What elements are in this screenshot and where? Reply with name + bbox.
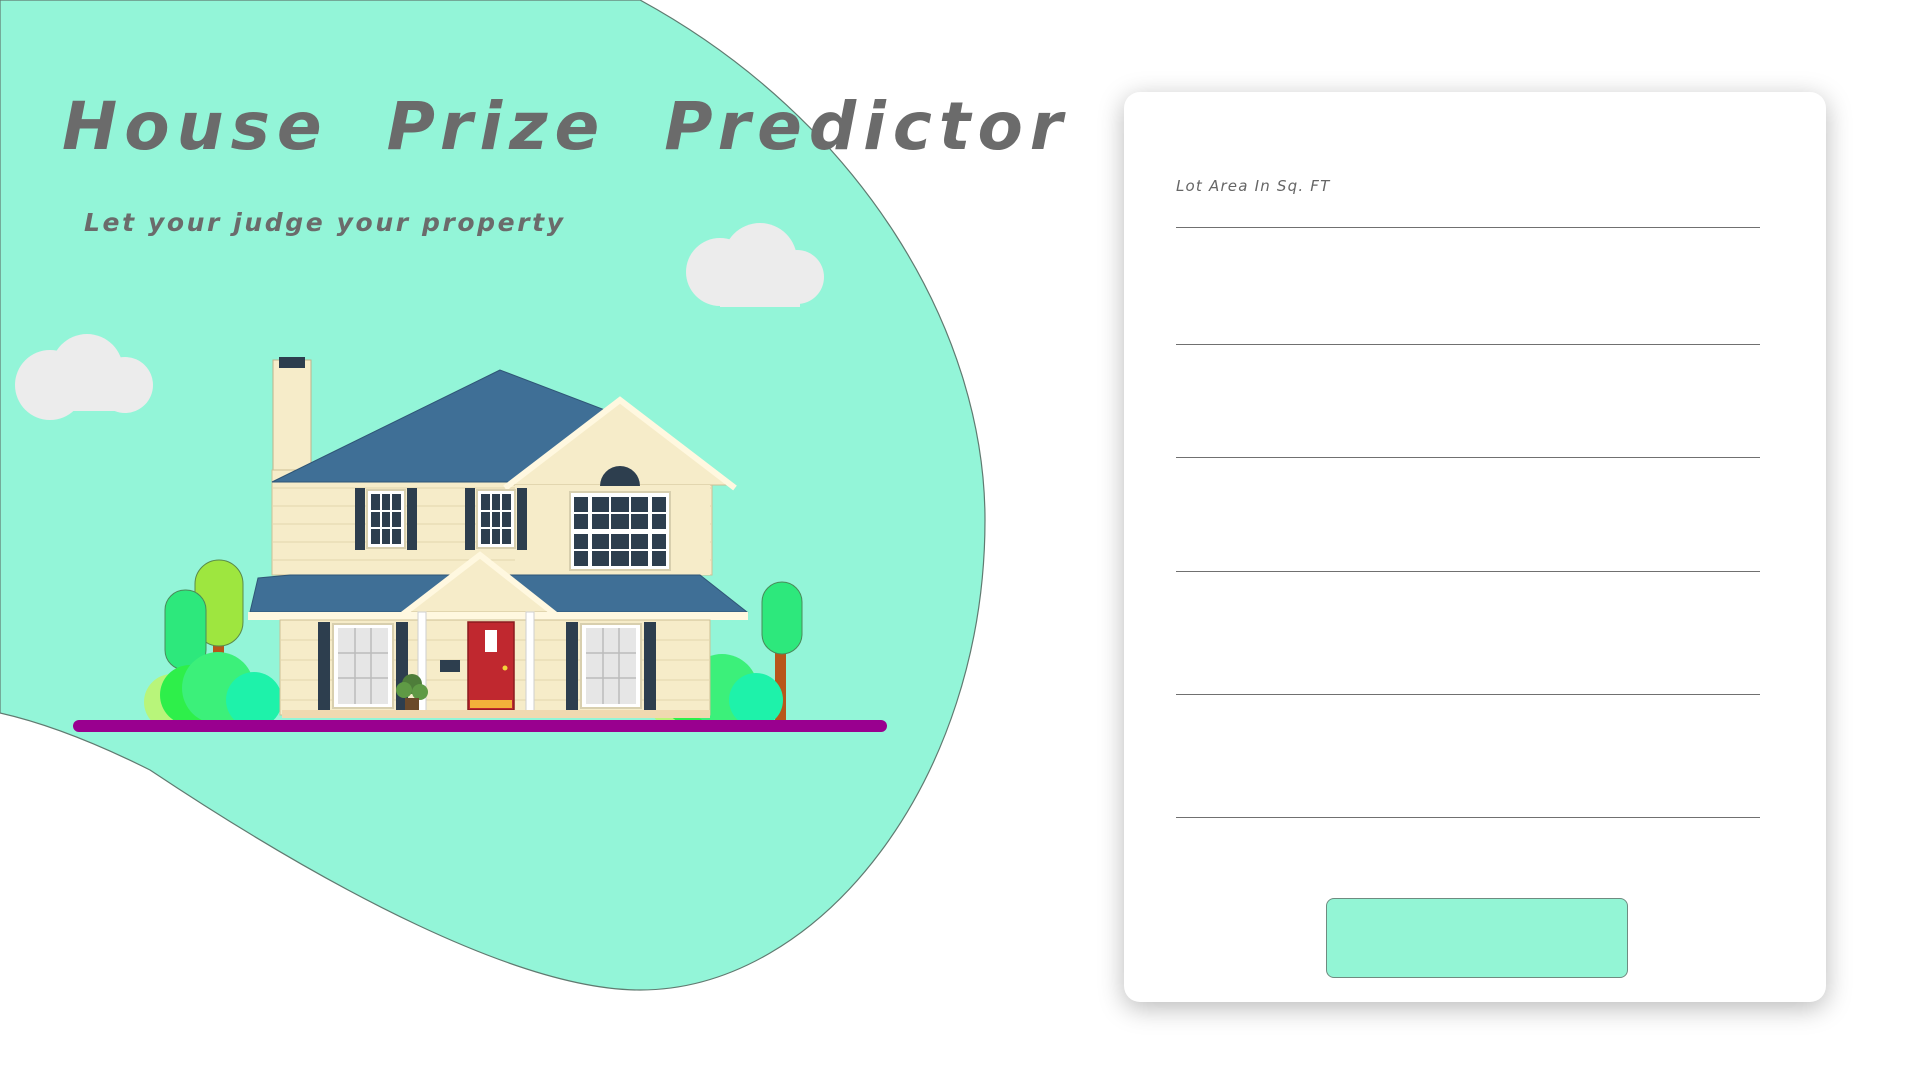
form-field-5 [1176, 643, 1760, 695]
lot-area-input[interactable] [1176, 196, 1760, 228]
lot-area-label: Lot Area In Sq. FT [1176, 177, 1331, 195]
form-field-6-label [1176, 766, 1760, 786]
house-icon [248, 357, 749, 718]
cloud-icon [15, 334, 153, 420]
form-field-5-label [1176, 643, 1760, 663]
cloud-icon [686, 223, 824, 307]
form-field-2-label [1176, 293, 1760, 313]
form-field-3-input[interactable] [1176, 426, 1760, 458]
predict-button[interactable] [1326, 898, 1628, 978]
lot-area-field: Lot Area In Sq. FT [1176, 176, 1760, 228]
form-field-6-input[interactable] [1176, 786, 1760, 818]
form-field-4 [1176, 520, 1760, 572]
form-field-2-input[interactable] [1176, 313, 1760, 345]
bush-icon [144, 652, 282, 730]
form-field-2 [1176, 293, 1760, 345]
form-field-3 [1176, 406, 1760, 458]
form-field-6 [1176, 766, 1760, 818]
form-field-4-label [1176, 520, 1760, 540]
prediction-form-card: Lot Area In Sq. FT [1124, 92, 1826, 1002]
ground-line [73, 720, 887, 732]
page: House Prize Predictor Let your judge you… [0, 0, 1920, 1080]
form-field-5-input[interactable] [1176, 663, 1760, 695]
form-field-3-label [1176, 406, 1760, 426]
form-field-4-input[interactable] [1176, 540, 1760, 572]
